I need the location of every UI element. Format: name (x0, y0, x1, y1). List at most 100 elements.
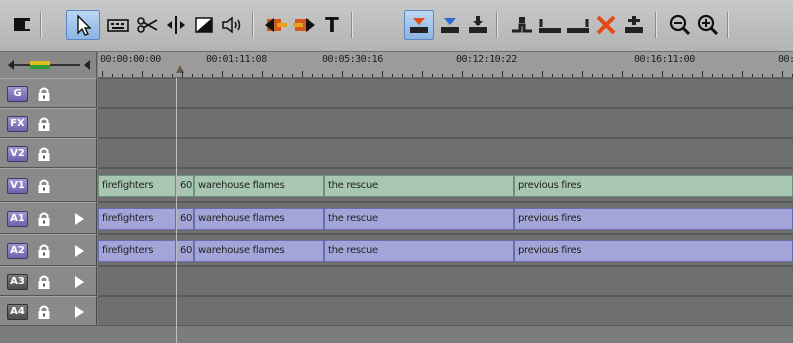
clip[interactable]: the rescue (324, 208, 514, 230)
track-badge[interactable]: V1 (7, 178, 28, 194)
track-lane[interactable]: firefighters60m VOwarehouse flamesthe re… (98, 234, 793, 266)
track-header[interactable]: A4 (0, 296, 97, 326)
track-lane[interactable] (98, 78, 793, 108)
fade-icon[interactable] (190, 10, 218, 40)
ruler-tick (752, 74, 753, 77)
timeline-zoom-slider[interactable] (0, 52, 97, 78)
zoom-slider-icon[interactable] (0, 52, 97, 78)
clip[interactable]: previous fires (514, 175, 793, 197)
ruler-tick (162, 74, 163, 77)
play-icon[interactable] (74, 245, 84, 257)
play-icon[interactable] (74, 306, 84, 318)
clip[interactable]: 60m VO (176, 175, 194, 197)
ruler-tick (252, 74, 253, 77)
track-fx: FX (0, 108, 793, 138)
clip[interactable]: previous fires (514, 208, 793, 230)
track-header[interactable]: A1 (0, 202, 97, 234)
ripple-right-icon[interactable] (290, 10, 318, 40)
lock-icon[interactable] (37, 178, 51, 194)
lift-icon[interactable] (508, 10, 536, 40)
lock-icon[interactable] (37, 274, 51, 290)
audio-speaker-icon[interactable] (218, 10, 246, 40)
timecode-ruler[interactable]: 00:00:00:00 00:01:11:08 00:05:30:16 00:1… (98, 52, 793, 78)
track-header[interactable]: FX (0, 108, 97, 138)
track-badge[interactable]: A4 (7, 304, 28, 320)
clip[interactable]: warehouse flames (194, 208, 324, 230)
split-icon[interactable] (620, 10, 648, 40)
title-tool-icon[interactable]: T (318, 10, 346, 40)
ripple-left-icon[interactable] (262, 10, 290, 40)
clip[interactable]: firefighters (98, 240, 176, 262)
ruler-tick (652, 74, 653, 77)
timecode-label: 00:16:11:00 (634, 54, 695, 65)
track-badge[interactable]: FX (7, 116, 28, 132)
clip[interactable]: the rescue (324, 240, 514, 262)
track-header[interactable]: G (0, 78, 97, 108)
track-badge[interactable]: A2 (7, 243, 28, 259)
track-badge[interactable]: V2 (7, 146, 28, 162)
ruler-tick (542, 71, 543, 77)
lock-icon[interactable] (37, 146, 51, 162)
clip[interactable]: 60m VO (176, 208, 194, 230)
lock-icon[interactable] (37, 116, 51, 132)
track-badge[interactable]: G (7, 86, 28, 102)
ruler-tick (262, 71, 263, 77)
track-lane[interactable] (98, 266, 793, 296)
ruler-tick (322, 74, 323, 77)
clip[interactable]: warehouse flames (194, 175, 324, 197)
ruler-tick (452, 74, 453, 77)
zoom-out-icon[interactable] (666, 10, 694, 40)
clip[interactable]: 60m VO (176, 240, 194, 262)
track-badge[interactable]: A3 (7, 274, 28, 290)
track-header[interactable]: V2 (0, 138, 97, 168)
track-lane[interactable]: firefighters60m VOwarehouse flamesthe re… (98, 168, 793, 202)
lock-icon[interactable] (37, 243, 51, 259)
play-icon[interactable] (74, 276, 84, 288)
record-icon[interactable] (8, 10, 36, 40)
ruler-tick (732, 74, 733, 77)
track-header[interactable]: A2 (0, 234, 97, 266)
zoom-in-icon[interactable] (694, 10, 722, 40)
clip[interactable]: warehouse flames (194, 240, 324, 262)
track-lane[interactable] (98, 296, 793, 326)
track-badge[interactable]: A1 (7, 211, 28, 227)
slip-tool-icon[interactable] (162, 10, 190, 40)
overwrite-edit-icon[interactable] (436, 10, 464, 40)
ruler-tick (482, 74, 483, 77)
extract-icon[interactable] (536, 10, 564, 40)
ruler-tick (292, 74, 293, 77)
track-lane[interactable]: firefighters60m VOwarehouse flamesthe re… (98, 202, 793, 234)
ruler-tick (222, 71, 223, 77)
track-header[interactable]: A3 (0, 266, 97, 296)
lock-icon[interactable] (37, 86, 51, 102)
lock-icon[interactable] (37, 211, 51, 227)
keyboard-icon[interactable] (104, 10, 132, 40)
track-lane[interactable] (98, 108, 793, 138)
ruler-tick (232, 74, 233, 77)
ruler-tick (572, 74, 573, 77)
ruler-tick (132, 74, 133, 77)
clip[interactable]: the rescue (324, 175, 514, 197)
insert-edit-icon[interactable] (404, 10, 434, 40)
replace-edit-icon[interactable] (464, 10, 492, 40)
ruler-tick (702, 71, 703, 77)
clip[interactable]: firefighters (98, 208, 176, 230)
ruler-tick (782, 71, 783, 77)
timeline-window: T 00:00:00:00 00:01:11:08 00:05:30:16 00… (0, 0, 793, 343)
trim-icon[interactable] (564, 10, 592, 40)
clip[interactable]: firefighters (98, 175, 176, 197)
razor-icon[interactable] (134, 10, 162, 40)
clip[interactable]: previous fires (514, 240, 793, 262)
ruler-tick (462, 71, 463, 77)
pointer-tool-icon[interactable] (66, 10, 100, 40)
ruler-tick (612, 74, 613, 77)
lock-icon[interactable] (37, 304, 51, 320)
track-a1: A1 firefighters60m VOwarehouse flamesthe … (0, 202, 793, 234)
delete-icon[interactable] (592, 10, 620, 40)
ruler-tick (112, 74, 113, 77)
ruler-tick (352, 74, 353, 77)
track-header[interactable]: V1 (0, 168, 97, 202)
ruler-tick (242, 74, 243, 77)
play-icon[interactable] (74, 213, 84, 225)
track-lane[interactable] (98, 138, 793, 168)
